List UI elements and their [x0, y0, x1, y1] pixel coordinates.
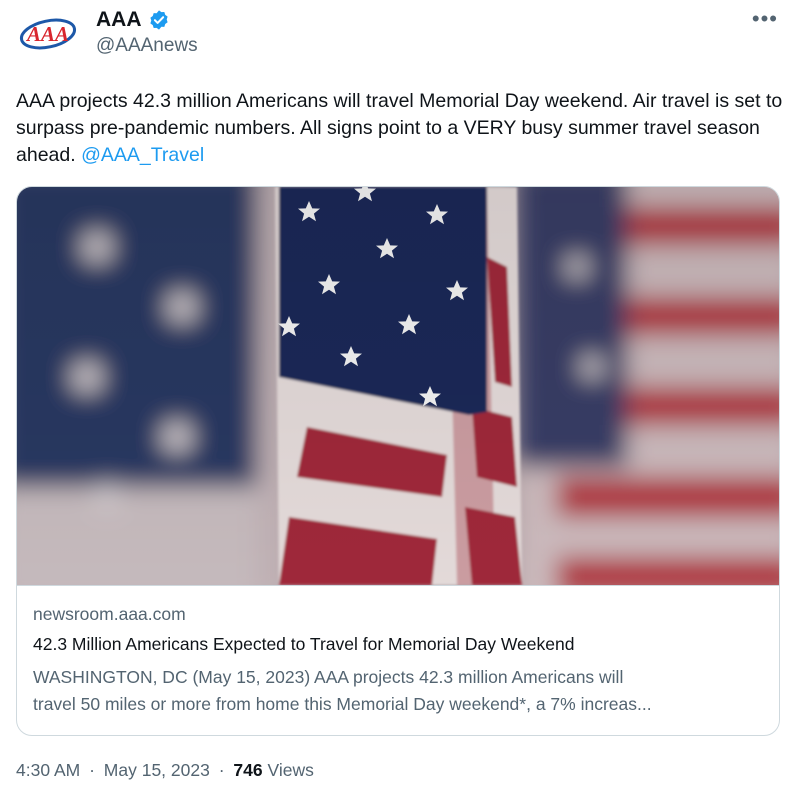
mention-link[interactable]: @AAA_Travel — [81, 144, 204, 166]
card-title[interactable]: 42.3 Million Americans Expected to Trave… — [33, 634, 574, 655]
verified-badge-icon — [149, 10, 168, 30]
author-name-row[interactable]: AAA — [96, 8, 170, 32]
tweet-footer: 4:30 AM · May 15, 2023 · 746 Views — [16, 760, 314, 781]
card-description-line1: WASHINGTON, DC (May 15, 2023) AAA projec… — [33, 667, 624, 687]
card-domain: newsroom.aaa.com — [33, 604, 186, 624]
tweet-time[interactable]: 4:30 AM — [16, 760, 80, 780]
card-image[interactable] — [17, 187, 779, 607]
card-description: WASHINGTON, DC (May 15, 2023) AAA projec… — [33, 664, 763, 718]
separator: · — [218, 760, 225, 780]
separator: · — [89, 760, 95, 780]
views-label[interactable]: Views — [268, 760, 314, 780]
author-name[interactable]: AAA — [96, 8, 142, 32]
author-handle[interactable]: @AAAnews — [96, 35, 198, 57]
link-preview-card[interactable]: newsroom.aaa.com 42.3 Million Americans … — [16, 186, 780, 736]
svg-text:AAA: AAA — [25, 22, 69, 46]
aaa-logo-icon: AAA — [19, 18, 77, 50]
more-options-icon[interactable]: ••• — [752, 6, 778, 32]
tweet-text: AAA projects 42.3 million Americans will… — [16, 88, 786, 169]
tweet-date[interactable]: May 15, 2023 — [104, 760, 210, 780]
views-count[interactable]: 746 — [233, 760, 262, 780]
card-description-line2: travel 50 miles or more from home this M… — [33, 694, 652, 714]
avatar[interactable]: AAA — [16, 10, 80, 58]
card-meta[interactable]: newsroom.aaa.com 42.3 Million Americans … — [17, 586, 779, 735]
american-flag-image — [17, 187, 779, 607]
tweet: AAA AAA @AAAnews ••• AAA projects 42.3 m… — [0, 0, 800, 791]
